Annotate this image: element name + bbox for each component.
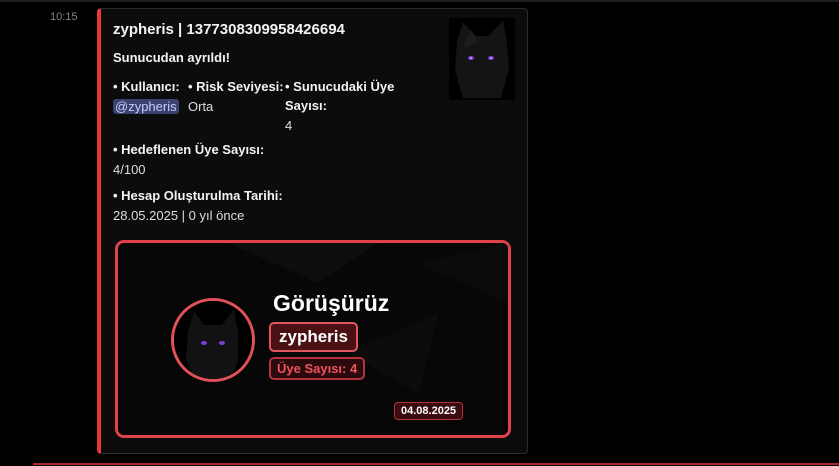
field-target-members-value: 4/100: [113, 162, 146, 177]
field-user-name: • Kullanıcı:: [113, 79, 180, 94]
field-target-members-name: • Hedeflenen Üye Sayısı:: [113, 142, 265, 157]
field-server-members: • Sunucudaki Üye Sayısı: 4: [285, 77, 405, 135]
field-risk-name: • Risk Seviyesi:: [188, 79, 284, 94]
embed-thumbnail[interactable]: [449, 18, 515, 100]
field-user-value: @zypheris: [113, 97, 185, 116]
user-mention[interactable]: @zypheris: [113, 99, 179, 114]
card-username: zypheris: [269, 322, 358, 352]
bottom-divider: [33, 463, 839, 465]
field-risk-value: Orta: [188, 99, 214, 114]
field-user: • Kullanıcı: @zypheris: [113, 77, 185, 116]
card-member-count: Üye Sayısı: 4: [269, 357, 366, 380]
message-row: 10:15 zypheris | 1377308309958426694 Sun…: [0, 0, 839, 466]
cat-avatar-icon: [174, 301, 252, 379]
field-server-members-name: • Sunucudaki Üye Sayısı:: [285, 79, 395, 113]
field-account-created-name: • Hesap Oluşturulma Tarihi:: [113, 188, 283, 203]
field-target-members: • Hedeflenen Üye Sayısı: 4/100: [113, 140, 413, 179]
field-server-members-value: 4: [285, 118, 293, 133]
farewell-image[interactable]: Görüşürüz zypheris Üye Sayısı: 4 04.08.2…: [115, 240, 511, 438]
message-timestamp[interactable]: 10:15: [50, 11, 78, 23]
embed-description: Sunucudan ayrıldı!: [113, 50, 231, 65]
card-date: 04.08.2025: [394, 402, 464, 420]
card-heading: Görüşürüz: [273, 290, 390, 316]
embed: zypheris | 1377308309958426694 Sunucudan…: [97, 8, 528, 454]
field-account-created: • Hesap Oluşturulma Tarihi: 28.05.2025 |…: [113, 186, 413, 225]
embed-title: zypheris | 1377308309958426694: [113, 21, 345, 38]
card-avatar: [171, 298, 255, 382]
field-account-created-value: 28.05.2025 | 0 yıl önce: [113, 208, 245, 223]
field-risk: • Risk Seviyesi: Orta: [188, 77, 288, 116]
cat-avatar-icon: [449, 18, 515, 100]
top-divider: [0, 0, 839, 2]
